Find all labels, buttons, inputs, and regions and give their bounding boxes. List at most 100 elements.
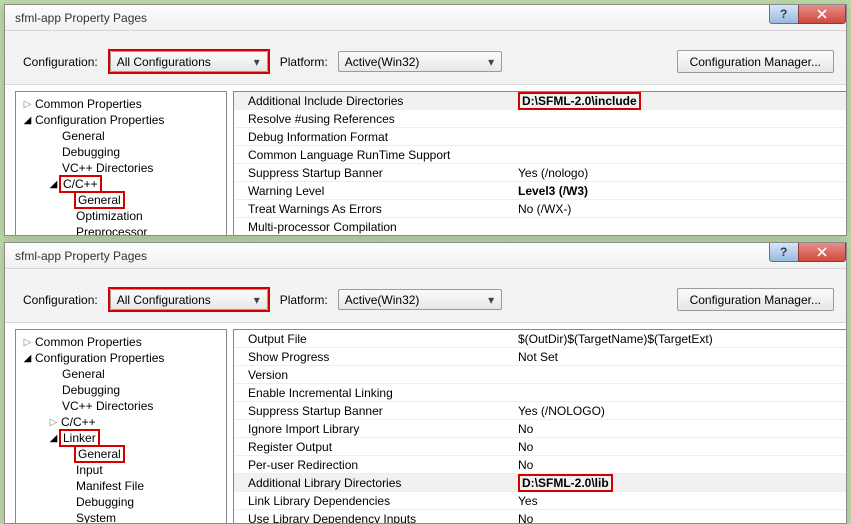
tree-item-configuration-properties[interactable]: ◢Configuration Properties — [16, 350, 226, 366]
property-row[interactable]: Additional Library DirectoriesD:\SFML-2.… — [234, 474, 846, 492]
configuration-manager-button[interactable]: Configuration Manager... — [677, 50, 834, 73]
property-row[interactable]: Register OutputNo — [234, 438, 846, 456]
configuration-dropdown[interactable]: All Configurations ▾ — [110, 289, 268, 310]
property-name: Additional Library Directories — [234, 476, 514, 490]
property-row[interactable]: Enable Incremental Linking — [234, 384, 846, 402]
property-value[interactable]: D:\SFML-2.0\lib — [514, 474, 846, 492]
property-row[interactable]: Output File$(OutDir)$(TargetName)$(Targe… — [234, 330, 846, 348]
property-name: Per-user Redirection — [234, 458, 514, 472]
property-value[interactable]: D:\SFML-2.0\include — [514, 92, 846, 110]
property-value[interactable]: Yes (/NOLOGO) — [514, 404, 846, 418]
property-row[interactable]: Use Library Dependency InputsNo — [234, 510, 846, 524]
property-row[interactable]: Suppress Startup BannerYes (/nologo) — [234, 164, 846, 182]
nav-tree[interactable]: ▷Common Properties ◢Configuration Proper… — [15, 329, 227, 524]
property-row[interactable]: Version — [234, 366, 846, 384]
property-row[interactable]: Resolve #using References — [234, 110, 846, 128]
configuration-label: Configuration: — [23, 55, 98, 69]
tree-item-configuration-properties[interactable]: ◢Configuration Properties — [16, 112, 226, 128]
triangle-down-icon: ◢ — [48, 433, 59, 444]
property-row[interactable]: Link Library DependenciesYes — [234, 492, 846, 510]
property-value[interactable]: Level3 (/W3) — [514, 184, 846, 198]
property-value[interactable]: No — [514, 458, 846, 472]
configuration-manager-button[interactable]: Configuration Manager... — [677, 288, 834, 311]
property-name: Common Language RunTime Support — [234, 148, 514, 162]
platform-label: Platform: — [280, 293, 328, 307]
property-value[interactable]: No — [514, 440, 846, 454]
tree-item-general[interactable]: General — [16, 128, 226, 144]
tree-item-preprocessor[interactable]: Preprocessor — [16, 224, 226, 236]
tree-item-general[interactable]: General — [16, 366, 226, 382]
window-title: sfml-app Property Pages — [15, 249, 147, 263]
tree-item-linker-debugging[interactable]: Debugging — [16, 494, 226, 510]
triangle-right-icon: ▷ — [22, 99, 33, 110]
svg-text:?: ? — [780, 8, 787, 20]
platform-value: Active(Win32) — [345, 55, 420, 69]
help-icon: ? — [778, 8, 790, 20]
tree-item-c-cpp-general[interactable]: General — [16, 192, 226, 208]
tree-item-c-cpp[interactable]: ▷C/C++ — [16, 414, 226, 430]
titlebar[interactable]: sfml-app Property Pages ? — [5, 5, 846, 31]
property-row[interactable]: Multi-processor Compilation — [234, 218, 846, 236]
property-row[interactable]: Warning LevelLevel3 (/W3) — [234, 182, 846, 200]
tree-item-common-properties[interactable]: ▷Common Properties — [16, 96, 226, 112]
platform-label: Platform: — [280, 55, 328, 69]
property-name: Output File — [234, 332, 514, 346]
tree-item-debugging[interactable]: Debugging — [16, 144, 226, 160]
property-row[interactable]: Treat Warnings As ErrorsNo (/WX-) — [234, 200, 846, 218]
property-row[interactable]: Debug Information Format — [234, 128, 846, 146]
property-value[interactable]: Not Set — [514, 350, 846, 364]
property-value[interactable]: No (/WX-) — [514, 202, 846, 216]
config-bar: Configuration: All Configurations ▾ Plat… — [5, 31, 846, 84]
property-value[interactable]: Yes (/nologo) — [514, 166, 846, 180]
tree-item-common-properties[interactable]: ▷Common Properties — [16, 334, 226, 350]
close-button[interactable] — [798, 242, 846, 262]
config-bar: Configuration: All Configurations ▾ Plat… — [5, 269, 846, 322]
property-name: Treat Warnings As Errors — [234, 202, 514, 216]
configuration-label: Configuration: — [23, 293, 98, 307]
property-row[interactable]: Suppress Startup BannerYes (/NOLOGO) — [234, 402, 846, 420]
tree-item-c-cpp[interactable]: ◢C/C++ — [16, 176, 226, 192]
property-value[interactable]: Yes — [514, 494, 846, 508]
property-name: Warning Level — [234, 184, 514, 198]
property-value[interactable]: No — [514, 422, 846, 436]
titlebar[interactable]: sfml-app Property Pages ? — [5, 243, 846, 269]
tree-item-linker-general[interactable]: General — [16, 446, 226, 462]
configuration-value: All Configurations — [117, 293, 211, 307]
platform-dropdown[interactable]: Active(Win32) ▾ — [338, 51, 502, 72]
platform-value: Active(Win32) — [345, 293, 420, 307]
tree-item-system[interactable]: System — [16, 510, 226, 524]
help-button[interactable]: ? — [769, 4, 799, 24]
property-pages-window-cpp: sfml-app Property Pages ? Configuration:… — [4, 4, 847, 236]
configuration-dropdown[interactable]: All Configurations ▾ — [110, 51, 268, 72]
tree-item-manifest-file[interactable]: Manifest File — [16, 478, 226, 494]
property-name: Resolve #using References — [234, 112, 514, 126]
close-button[interactable] — [798, 4, 846, 24]
property-grid[interactable]: Output File$(OutDir)$(TargetName)$(Targe… — [233, 329, 846, 524]
triangle-right-icon: ▷ — [22, 337, 33, 348]
property-row[interactable]: Per-user RedirectionNo — [234, 456, 846, 474]
tree-item-vc-directories[interactable]: VC++ Directories — [16, 160, 226, 176]
property-pages-window-linker: sfml-app Property Pages ? Configuration:… — [4, 242, 847, 524]
property-row[interactable]: Common Language RunTime Support — [234, 146, 846, 164]
close-icon — [816, 246, 828, 258]
tree-item-linker[interactable]: ◢Linker — [16, 430, 226, 446]
property-name: Use Library Dependency Inputs — [234, 512, 514, 524]
property-name: Enable Incremental Linking — [234, 386, 514, 400]
triangle-right-icon: ▷ — [48, 417, 59, 428]
property-row[interactable]: Additional Include DirectoriesD:\SFML-2.… — [234, 92, 846, 110]
tree-item-optimization[interactable]: Optimization — [16, 208, 226, 224]
help-button[interactable]: ? — [769, 242, 799, 262]
property-name: Additional Include Directories — [234, 94, 514, 108]
tree-item-input[interactable]: Input — [16, 462, 226, 478]
property-grid[interactable]: Additional Include DirectoriesD:\SFML-2.… — [233, 91, 846, 236]
platform-dropdown[interactable]: Active(Win32) ▾ — [338, 289, 502, 310]
configuration-value: All Configurations — [117, 55, 211, 69]
nav-tree[interactable]: ▷Common Properties ◢Configuration Proper… — [15, 91, 227, 236]
close-icon — [816, 8, 828, 20]
property-row[interactable]: Ignore Import LibraryNo — [234, 420, 846, 438]
property-value[interactable]: No — [514, 512, 846, 524]
property-row[interactable]: Show ProgressNot Set — [234, 348, 846, 366]
tree-item-vc-directories[interactable]: VC++ Directories — [16, 398, 226, 414]
tree-item-debugging[interactable]: Debugging — [16, 382, 226, 398]
property-value[interactable]: $(OutDir)$(TargetName)$(TargetExt) — [514, 332, 846, 346]
